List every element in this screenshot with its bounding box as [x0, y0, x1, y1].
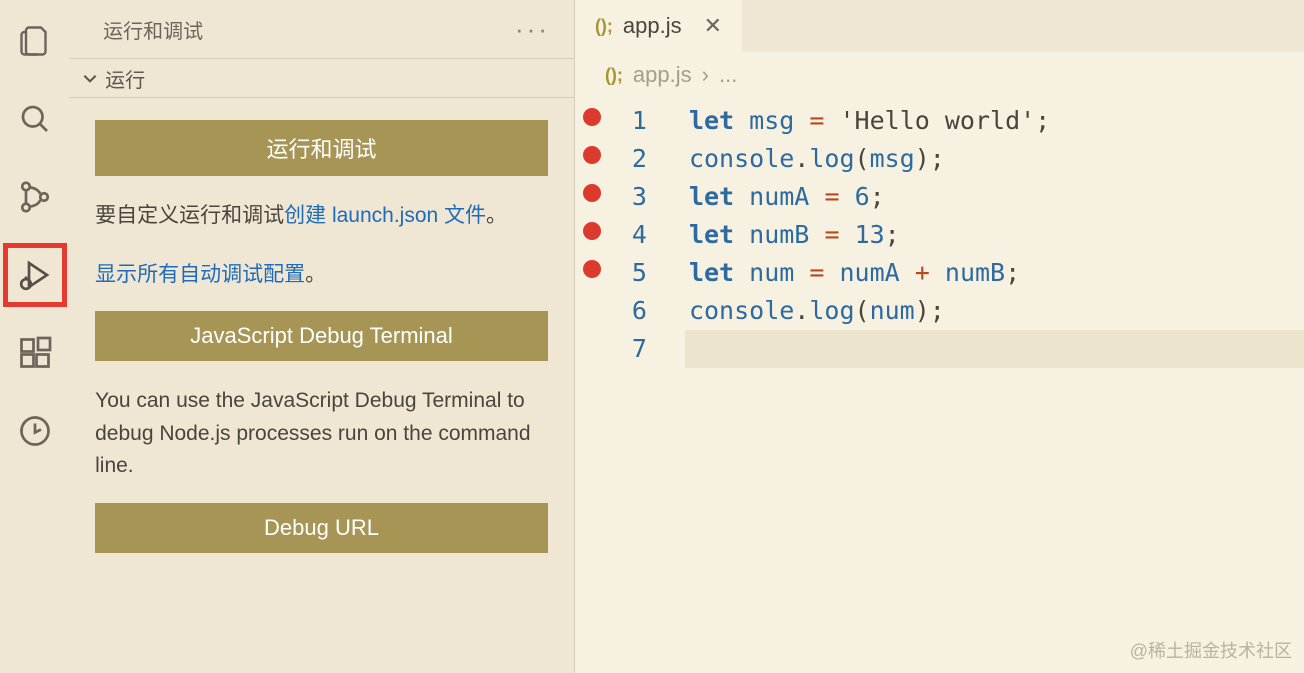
code-line[interactable]: console.log(msg);: [689, 140, 1304, 178]
line-number: 4: [609, 216, 647, 254]
code-line[interactable]: let num = numA + numB;: [689, 254, 1304, 292]
customize-text: 要自定义运行和调试创建 launch.json 文件。: [95, 200, 548, 233]
code-line[interactable]: let msg = 'Hello world';: [689, 102, 1304, 140]
section-label: 运行: [105, 64, 145, 93]
extensions-icon[interactable]: [12, 330, 58, 376]
timeline-icon[interactable]: [12, 408, 58, 454]
explorer-icon[interactable]: [12, 18, 58, 64]
breakpoint-dot[interactable]: [583, 222, 601, 240]
line-number: 3: [609, 178, 647, 216]
chevron-down-icon: [81, 69, 99, 87]
breadcrumb-more: ...: [719, 62, 737, 88]
line-number-gutter: 1234567: [609, 102, 653, 374]
watermark-text: @稀土掘金技术社区: [1130, 637, 1292, 663]
create-launch-json-link[interactable]: 创建 launch.json 文件: [284, 204, 486, 227]
line-number: 1: [609, 102, 647, 140]
editor-area: (); app.js ✕ (); app.js › ... 1234567 le…: [575, 0, 1304, 673]
panel-header: 运行和调试 ···: [69, 0, 574, 58]
breakpoint-dot[interactable]: [583, 260, 601, 278]
js-debug-terminal-button[interactable]: JavaScript Debug Terminal: [95, 311, 548, 361]
breakpoint-dot[interactable]: [583, 146, 601, 164]
activity-bar: [0, 0, 69, 673]
breadcrumb-file: app.js: [633, 62, 692, 88]
breakpoint-dot[interactable]: [583, 184, 601, 202]
debug-url-button[interactable]: Debug URL: [95, 503, 548, 553]
breakpoint-gutter[interactable]: [575, 102, 609, 374]
panel-title: 运行和调试: [103, 15, 203, 44]
tab-label: app.js: [623, 13, 682, 39]
tab-app-js[interactable]: (); app.js ✕: [575, 0, 742, 52]
close-icon[interactable]: ✕: [692, 13, 722, 39]
code-line[interactable]: console.log(num);: [689, 292, 1304, 330]
line-number: 2: [609, 140, 647, 178]
show-all-text: 显示所有自动调试配置。: [95, 259, 548, 292]
panel-body: 运行和调试 要自定义运行和调试创建 launch.json 文件。 显示所有自动…: [69, 98, 574, 599]
search-icon[interactable]: [12, 96, 58, 142]
breakpoint-dot[interactable]: [583, 298, 601, 316]
line-number: 6: [609, 292, 647, 330]
code-content[interactable]: let msg = 'Hello world';console.log(msg)…: [653, 102, 1304, 374]
show-all-configs-link[interactable]: 显示所有自动调试配置: [95, 263, 305, 286]
line-number: 7: [609, 330, 647, 368]
js-file-icon: ();: [595, 16, 613, 37]
run-and-debug-button[interactable]: 运行和调试: [95, 120, 548, 176]
chevron-right-icon: ›: [702, 62, 709, 88]
terminal-help-text: You can use the JavaScript Debug Termina…: [95, 385, 548, 483]
code-line[interactable]: [689, 330, 1304, 368]
run-debug-icon[interactable]: [12, 252, 58, 298]
source-control-icon[interactable]: [12, 174, 58, 220]
more-actions-icon[interactable]: ···: [515, 14, 550, 45]
js-file-icon: ();: [605, 65, 623, 86]
run-debug-panel: 运行和调试 ··· 运行 运行和调试 要自定义运行和调试创建 launch.js…: [69, 0, 575, 673]
breadcrumb[interactable]: (); app.js › ...: [575, 52, 1304, 98]
code-area[interactable]: 1234567 let msg = 'Hello world';console.…: [575, 98, 1304, 374]
tab-bar: (); app.js ✕: [575, 0, 1304, 52]
code-line[interactable]: let numB = 13;: [689, 216, 1304, 254]
breakpoint-dot[interactable]: [583, 108, 601, 126]
breakpoint-dot[interactable]: [583, 336, 601, 354]
code-line[interactable]: let numA = 6;: [689, 178, 1304, 216]
line-number: 5: [609, 254, 647, 292]
run-section-header[interactable]: 运行: [69, 58, 574, 98]
